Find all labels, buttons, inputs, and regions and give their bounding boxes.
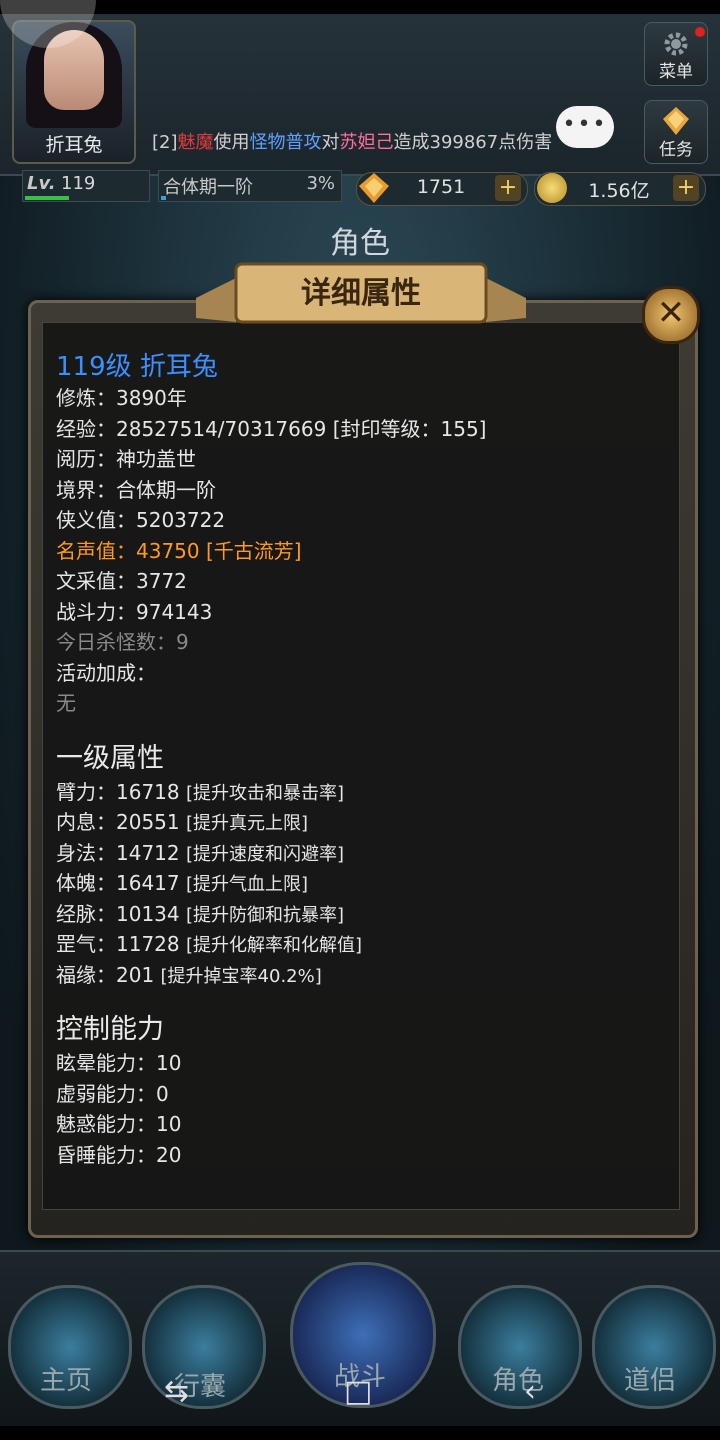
nav-companion[interactable]: 道侣 [590, 1360, 710, 1397]
panel-banner: 详细属性 [196, 258, 526, 328]
primary-attr-note: [提升速度和闪避率] [185, 843, 345, 865]
menu-button[interactable]: 菜单 [644, 22, 708, 86]
gem-counter: 1751 + [356, 172, 528, 206]
character-title: 119级 折耳兔 [56, 352, 218, 382]
primary-attr-note: [提升攻击和暴击率] [185, 782, 345, 804]
primary-attr-value: 福缘：201 [56, 962, 161, 987]
log-result: 造成399867点伤害 [393, 132, 553, 153]
attr-line: 阅历：神功盖世 [56, 447, 196, 471]
primary-attr-value: 身法：14712 [56, 840, 186, 865]
realm-progress: 3% [306, 173, 335, 194]
primary-attr-value: 内息：20551 [56, 810, 186, 834]
level-label: Lv. [27, 173, 56, 194]
log-target: 苏妲己 [339, 132, 394, 153]
realm-bar: 合体期一阶 3% [158, 170, 342, 202]
attr-line: 战斗力：974143 [56, 599, 213, 624]
kills-today: 今日杀怪数：9 [56, 630, 189, 654]
fame-line: 名声值：43750 [千古流芳] [56, 538, 302, 563]
primary-attr-value: 罡气：11728 [56, 932, 186, 956]
xp-fill [25, 196, 69, 200]
chat-button[interactable]: ••• [556, 106, 614, 148]
primary-attr: 经脉：10134 [提升防御和抗暴率] [56, 898, 670, 929]
task-gem-icon [663, 107, 689, 135]
player-name: 折耳兔 [45, 134, 103, 156]
system-home-icon[interactable]: □ [344, 1374, 372, 1409]
activity-value: 无 [56, 691, 76, 715]
battle-log: [2]魅魔使用怪物普攻对苏妲己造成399867点伤害 [152, 128, 582, 156]
attribute-list[interactable]: 119级 折耳兔 修炼：3890年 经验：28527514/70317669 [… [56, 346, 670, 1190]
primary-attr-value: 臂力：16718 [56, 779, 186, 804]
system-back-icon[interactable]: ⇆ [164, 1374, 189, 1409]
primary-attr: 体魄：16417 [提升气血上限] [56, 867, 670, 898]
panel-banner-title: 详细属性 [301, 276, 421, 311]
control-attr: 昏睡能力：20 [56, 1142, 182, 1167]
attr-line: 修炼：3890年 [56, 386, 187, 410]
level-value: 119 [61, 173, 96, 194]
add-gold-button[interactable]: + [673, 175, 699, 201]
gear-icon [664, 32, 688, 56]
primary-attr-note: [提升化解率和化解值] [185, 935, 363, 956]
primary-attributes-heading: 一级属性 [56, 742, 164, 774]
primary-attr-note: [提升掉宝率40.2%] [160, 965, 322, 987]
control-attr: 虚弱能力：0 [56, 1081, 169, 1106]
level-bar: Lv. 119 [22, 170, 150, 202]
status-bar [0, 0, 720, 14]
gold-counter: 1.56亿 + [534, 172, 706, 206]
primary-attr: 罡气：11728 [提升化解率和化解值] [56, 928, 670, 959]
add-gems-button[interactable]: + [495, 175, 521, 201]
gem-icon [359, 173, 389, 203]
close-button[interactable]: ✕ [642, 286, 700, 344]
log-to: 对 [321, 132, 340, 153]
close-icon: ✕ [656, 293, 686, 333]
primary-attr: 内息：20551 [提升真元上限] [56, 806, 670, 837]
realm-name: 合体期一阶 [163, 177, 253, 198]
attr-line: 侠义值：5203722 [56, 508, 226, 532]
primary-attr-note: [提升防御和抗暴率] [185, 904, 345, 926]
nav-role[interactable]: 角色 [458, 1360, 578, 1397]
nav-home[interactable]: 主页 [6, 1360, 126, 1397]
primary-attr-note: [提升气血上限] [185, 874, 309, 895]
log-attacker: 魅魔 [177, 132, 214, 153]
primary-attr: 身法：14712 [提升速度和闪避率] [56, 837, 670, 868]
task-label: 任务 [659, 140, 693, 160]
log-skill: 怪物普攻 [249, 132, 322, 153]
log-prefix: [2] [152, 132, 178, 153]
activity-label: 活动加成： [56, 660, 156, 685]
realm-progress-fill [161, 196, 167, 200]
primary-attr: 臂力：16718 [提升攻击和暴击率] [56, 776, 670, 807]
control-attr: 眩晕能力：10 [56, 1051, 182, 1075]
gem-value: 1751 [416, 176, 466, 198]
control-ability-heading: 控制能力 [56, 1014, 164, 1045]
system-return-icon[interactable]: ‹ [524, 1374, 536, 1409]
gold-value: 1.56亿 [588, 180, 650, 202]
system-nav-bar [0, 1426, 720, 1440]
menu-label: 菜单 [659, 62, 693, 82]
primary-attr-note: [提升真元上限] [185, 813, 309, 834]
page-title: 角色 [330, 226, 390, 261]
notification-dot [695, 27, 705, 37]
primary-attr-value: 体魄：16417 [56, 871, 186, 895]
chat-dots-icon: ••• [562, 112, 608, 137]
nav-bag[interactable]: 行囊 [140, 1366, 260, 1403]
primary-attr: 福缘：201 [提升掉宝率40.2%] [56, 959, 670, 990]
attr-line: 文采值：3772 [56, 569, 187, 593]
log-verb: 使用 [213, 132, 250, 153]
primary-attr-value: 经脉：10134 [56, 901, 186, 926]
control-attr: 魅惑能力：10 [56, 1112, 182, 1136]
task-button[interactable]: 任务 [644, 100, 708, 164]
attr-line: 经验：28527514/70317669 [封印等级：155] [56, 416, 487, 441]
gold-coin-icon [537, 173, 567, 203]
attr-line: 境界：合体期一阶 [56, 477, 216, 502]
